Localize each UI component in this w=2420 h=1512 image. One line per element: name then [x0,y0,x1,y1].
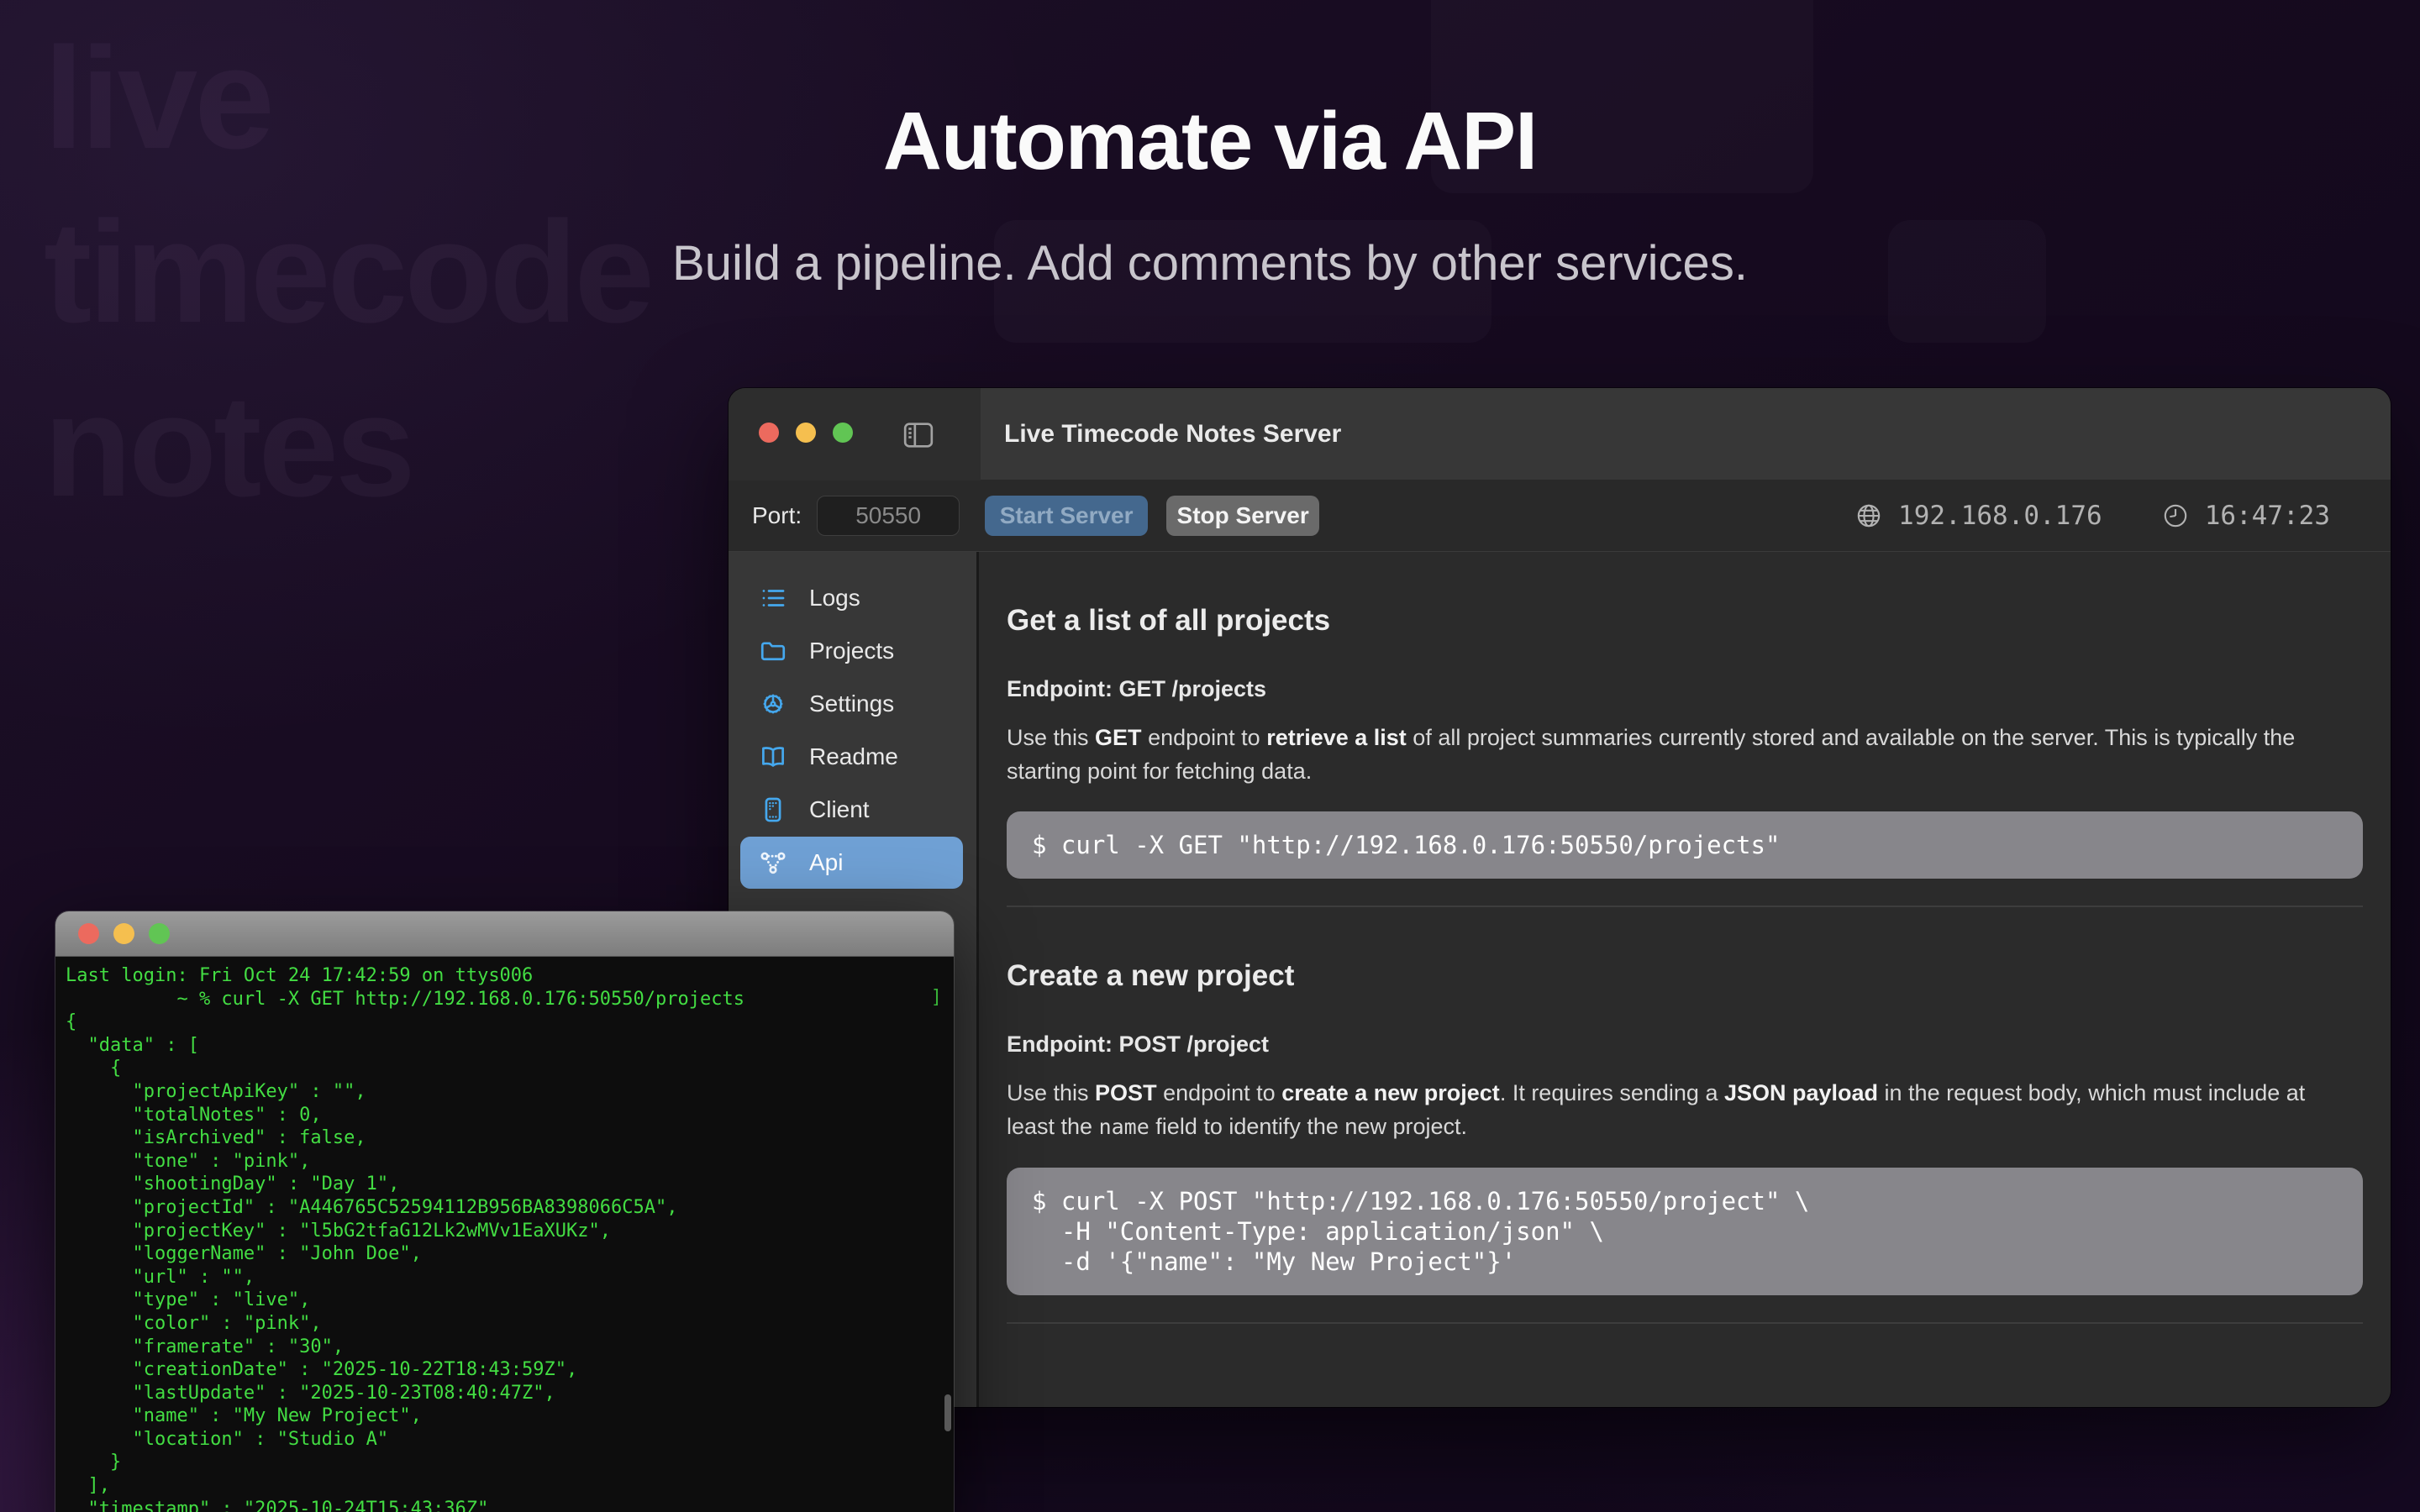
traffic-lights [759,423,853,443]
clock-icon [2161,501,2190,530]
terminal-titlebar[interactable] [55,911,954,957]
server-clock: 16:47:23 [2205,501,2330,531]
section-divider [1007,1322,2363,1324]
zoom-button[interactable] [833,423,853,443]
section-description-post: Use this POST endpoint to create a new p… [1007,1076,2334,1144]
sidebar-item-logs[interactable]: Logs [740,572,963,624]
terminal-window: Last login: Fri Oct 24 17:42:59 on ttys0… [55,911,954,1512]
zoom-button[interactable] [149,923,170,944]
device-icon [759,795,787,824]
window-titlebar[interactable]: Live Timecode Notes Server [729,388,2391,480]
section-description-get: Use this GET endpoint to retrieve a list… [1007,721,2334,788]
ip-address: 192.168.0.176 [1898,501,2102,531]
server-status-group: 192.168.0.176 16:47:23 [1854,501,2330,531]
close-button[interactable] [78,923,99,944]
watermark-line: notes [44,360,651,533]
sidebar-toggle-icon[interactable] [902,418,935,450]
sidebar-item-client[interactable]: Client [740,784,963,836]
terminal-scrollbar-thumb[interactable] [944,1394,951,1431]
page-title: Automate via API [0,94,2420,188]
section-heading-get-projects: Get a list of all projects [1007,552,2363,638]
sidebar-item-label: Client [809,796,870,823]
titlebar-main-section: Live Timecode Notes Server [981,388,2391,480]
desktop-background: live timecode notes Automate via API Bui… [0,0,2420,1512]
terminal-right-prompt-indicator: ] [931,987,942,1008]
sidebar-item-projects[interactable]: Projects [740,625,963,677]
port-label: Port: [752,502,802,529]
page-subtitle: Build a pipeline. Add comments by other … [0,235,2420,291]
code-block-get: $ curl -X GET "http://192.168.0.176:5055… [1007,811,2363,879]
server-toolbar: Port: Start Server Stop Server 192.168.0… [729,480,2391,552]
port-input[interactable] [817,496,960,536]
sidebar-item-label: Api [809,849,843,876]
close-button[interactable] [759,423,779,443]
book-icon [759,743,787,771]
start-server-button[interactable]: Start Server [985,496,1148,536]
api-docs-content: Get a list of all projects Endpoint: GET… [979,552,2391,1407]
code-block-post: $ curl -X POST "http://192.168.0.176:505… [1007,1168,2363,1295]
stop-server-button[interactable]: Stop Server [1166,496,1319,536]
list-icon [759,584,787,612]
titlebar-sidebar-section [729,388,981,480]
terminal-traffic-lights [78,923,170,944]
server-app-window: Live Timecode Notes Server Port: Start S… [729,388,2391,1407]
sidebar-item-readme[interactable]: Readme [740,731,963,783]
window-title: Live Timecode Notes Server [1004,420,1341,449]
sidebar-item-settings[interactable]: Settings [740,678,963,730]
gear-icon [759,690,787,718]
minimize-button[interactable] [796,423,816,443]
nodes-icon [759,848,787,877]
sidebar-item-label: Readme [809,743,898,770]
section-heading-create-project: Create a new project [1007,907,2363,993]
terminal-output: Last login: Fri Oct 24 17:42:59 on ttys0… [55,957,954,1512]
endpoint-label-get: Endpoint: GET /projects [1007,676,2363,702]
globe-icon [1854,501,1883,530]
sidebar-item-label: Projects [809,638,894,664]
sidebar-item-label: Settings [809,690,894,717]
sidebar-item-api[interactable]: Api [740,837,963,889]
minimize-button[interactable] [113,923,134,944]
folder-icon [759,637,787,665]
endpoint-label-post: Endpoint: POST /project [1007,1032,2363,1058]
sidebar-item-label: Logs [809,585,860,612]
